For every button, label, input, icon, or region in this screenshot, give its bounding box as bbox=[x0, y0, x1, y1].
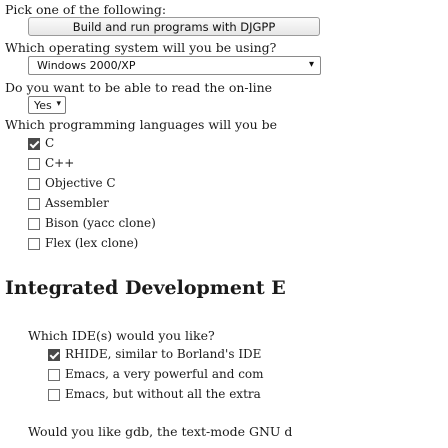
pick-label: Pick one of the following: bbox=[5, 2, 167, 17]
ide-label-rhide: RHIDE, similar to Borland's IDE bbox=[65, 347, 262, 361]
online-docs-label: Do you want to be able to read the on-li… bbox=[5, 80, 273, 95]
ide-checkbox-emacs-lite[interactable] bbox=[48, 389, 60, 401]
chevron-down-icon: ▾ bbox=[56, 99, 61, 109]
pick-option-button[interactable]: Build and run programs with DJGPP bbox=[28, 17, 320, 36]
languages-label: Which programming languages will you be bbox=[5, 117, 278, 132]
online-docs-select-value: Yes bbox=[34, 98, 52, 112]
language-label-cpp: C++ bbox=[45, 156, 75, 170]
chevron-down-icon: ▾ bbox=[308, 59, 314, 70]
ide-label-emacs: Emacs, a very powerful and com bbox=[65, 367, 264, 381]
language-checkbox-bison[interactable] bbox=[28, 218, 40, 230]
online-docs-select[interactable]: Yes ▾ bbox=[28, 96, 66, 114]
gdb-question: Would you like gdb, the text-mode GNU d bbox=[28, 424, 293, 439]
language-label-flex: Flex (lex clone) bbox=[45, 236, 139, 250]
language-label-objc: Objective C bbox=[45, 176, 116, 190]
language-checkbox-objc[interactable] bbox=[28, 178, 40, 190]
language-label-bison: Bison (yacc clone) bbox=[45, 216, 156, 230]
os-select-value: Windows 2000/XP bbox=[37, 59, 136, 72]
language-label-assembler: Assembler bbox=[45, 196, 109, 210]
language-checkbox-flex[interactable] bbox=[28, 238, 40, 250]
ide-checkbox-emacs[interactable] bbox=[48, 369, 60, 381]
section-title: Integrated Development E bbox=[5, 277, 286, 299]
os-select[interactable]: Windows 2000/XP ▾ bbox=[28, 56, 321, 75]
language-checkbox-assembler[interactable] bbox=[28, 198, 40, 210]
ide-label-emacs-lite: Emacs, but without all the extra bbox=[65, 387, 261, 401]
ide-label: Which IDE(s) would you like? bbox=[28, 328, 215, 343]
language-checkbox-cpp[interactable] bbox=[28, 158, 40, 170]
language-checkbox-c[interactable] bbox=[28, 138, 40, 150]
os-label: Which operating system will you be using… bbox=[5, 40, 277, 55]
language-label-c: C bbox=[45, 136, 55, 150]
ide-checkbox-rhide[interactable] bbox=[48, 349, 60, 361]
